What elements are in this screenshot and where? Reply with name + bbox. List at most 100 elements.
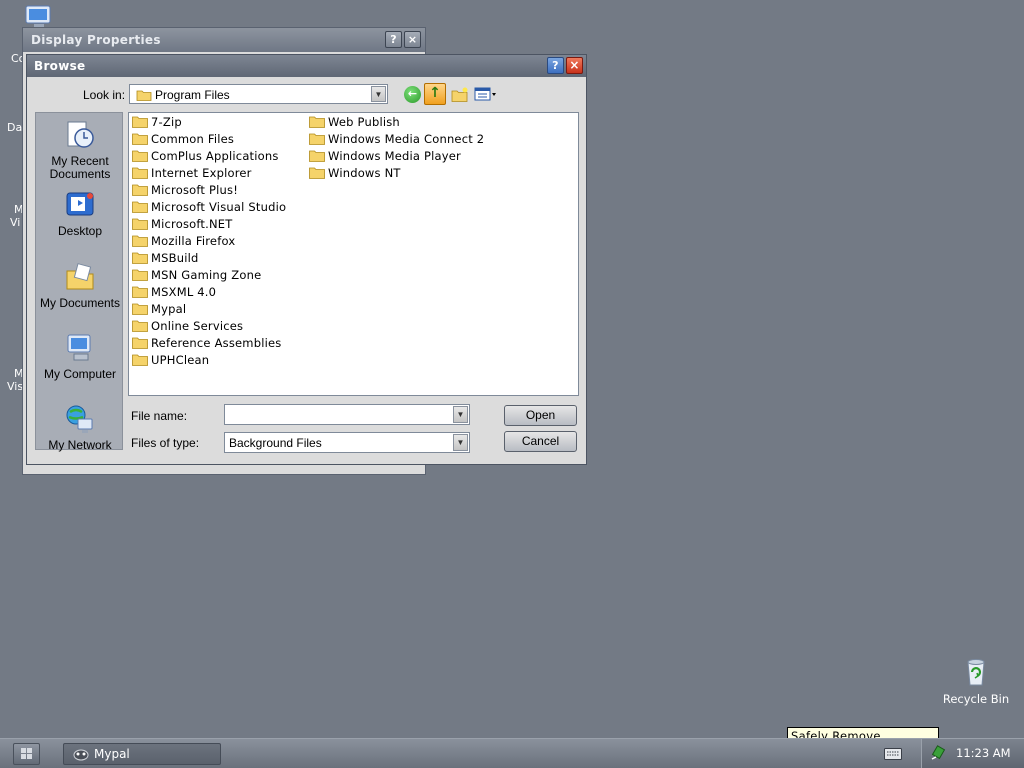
place-label: My Recent Documents [49,154,111,181]
folder-name: Mozilla Firefox [151,234,236,248]
folder-icon [132,116,148,128]
files-of-type-dropdown[interactable]: Background Files ▼ [224,432,470,453]
files-of-type-value: Background Files [229,436,322,450]
folder-icon [132,184,148,196]
folder-icon [132,320,148,332]
folder-icon [132,235,148,247]
list-item[interactable]: Windows Media Player [309,148,461,165]
taskbar-clock[interactable]: 11:23 AM [956,746,1011,760]
list-item[interactable]: Windows Media Connect 2 [309,131,484,148]
place-my-computer[interactable]: My Computer [36,332,124,381]
folder-name: Windows Media Connect 2 [328,132,485,146]
place-label: My Computer [43,367,117,381]
taskbar-button-mypal[interactable]: Mypal [63,743,221,765]
folder-name: MSN Gaming Zone [151,268,262,282]
my-network-icon [66,405,93,433]
display-properties-titlebar[interactable]: Display Properties [23,28,425,52]
file-name-label: File name: [131,409,188,423]
folder-icon [132,354,148,366]
file-list[interactable]: 7-Zip Common Files ComPlus Applications … [128,112,579,396]
mypal-icon [73,749,89,761]
browse-dialog[interactable]: Browse ? × Look in: Program Files ▼ ← ↑ … [26,54,587,465]
taskbar-button-label: Mypal [94,747,130,761]
list-item[interactable]: 7-Zip [132,114,182,131]
close-button[interactable]: × [566,57,583,74]
desktop-label-fragment[interactable]: Vi [10,216,20,229]
list-item[interactable]: MSBuild [132,250,199,267]
browse-titlebar[interactable]: Browse ? × [27,55,586,77]
list-item[interactable]: Internet Explorer [132,165,252,182]
folder-icon [309,150,325,162]
folder-name: Online Services [151,319,244,333]
start-grid-icon [21,748,32,759]
list-item[interactable]: Reference Assemblies [132,335,281,352]
place-label: Desktop [57,224,103,238]
keyboard-icon[interactable] [884,748,902,760]
folder-name: Microsoft.NET [151,217,233,231]
files-of-type-label: Files of type: [131,436,200,450]
folder-icon [132,286,148,298]
desktop-label-fragment[interactable]: Da [7,121,22,134]
list-item[interactable]: Microsoft Plus! [132,182,238,199]
folder-icon [132,337,148,349]
recent-documents-icon [67,121,94,148]
folder-name: MSBuild [151,251,199,265]
list-item[interactable]: Common Files [132,131,234,148]
look-in-dropdown[interactable]: Program Files ▼ [129,84,388,104]
places-bar: My Recent Documents Desktop My Documents [35,112,124,452]
chevron-down-icon[interactable]: ▼ [453,434,468,451]
chevron-down-icon[interactable]: ▼ [371,86,386,102]
folder-name: UPHClean [151,353,210,367]
list-item[interactable]: MSXML 4.0 [132,284,216,301]
folder-icon [136,90,152,101]
desktop-icon [66,192,94,216]
place-my-recent-documents[interactable]: My Recent Documents [36,119,124,181]
list-item[interactable]: Online Services [132,318,243,335]
folder-icon [132,201,148,213]
place-desktop[interactable]: Desktop [36,189,124,238]
look-in-label: Look in: [83,88,126,102]
folder-icon [132,218,148,230]
desktop-label-fragment[interactable]: Vis [7,380,23,393]
file-name-field[interactable]: ▼ [224,404,470,425]
help-button[interactable]: ? [547,57,564,74]
list-item[interactable]: Web Publish [309,114,400,131]
cancel-button[interactable]: Cancel [504,431,577,452]
folder-icon [309,167,325,179]
new-folder-icon[interactable] [451,87,469,107]
folder-icon [309,116,325,128]
chevron-down-icon[interactable]: ▼ [453,406,468,423]
list-item[interactable]: MSN Gaming Zone [132,267,261,284]
folder-name: Microsoft Visual Studio [151,200,287,214]
safely-remove-hardware-icon[interactable] [930,745,946,761]
list-item[interactable]: Microsoft Visual Studio [132,199,286,216]
back-arrow-icon[interactable]: ← [404,86,421,103]
folder-icon [132,269,148,281]
recycle-bin[interactable]: Recycle Bin [940,656,1012,706]
open-button[interactable]: Open [504,405,577,426]
folder-name: ComPlus Applications [151,149,279,163]
folder-icon [132,252,148,264]
close-button[interactable]: × [404,31,421,48]
my-documents-icon [66,263,94,290]
list-item[interactable]: Mypal [132,301,186,318]
help-button[interactable]: ? [385,31,402,48]
folder-name: Reference Assemblies [151,336,282,350]
recycle-bin-icon [967,659,985,686]
place-my-documents[interactable]: My Documents [36,261,124,310]
folder-icon [132,303,148,315]
folder-name: Web Publish [328,115,400,129]
recycle-bin-label: Recycle Bin [942,692,1010,706]
views-menu-icon[interactable] [474,86,498,106]
up-folder-icon[interactable]: ↑ [424,83,446,105]
look-in-value: Program Files [155,88,230,102]
folder-icon [132,133,148,145]
folder-icon [132,150,148,162]
list-item[interactable]: UPHClean [132,352,209,369]
place-my-network[interactable]: My Network [36,403,124,452]
list-item[interactable]: Mozilla Firefox [132,233,235,250]
list-item[interactable]: Windows NT [309,165,401,182]
list-item[interactable]: ComPlus Applications [132,148,279,165]
start-button[interactable] [13,743,40,765]
list-item[interactable]: Microsoft.NET [132,216,232,233]
